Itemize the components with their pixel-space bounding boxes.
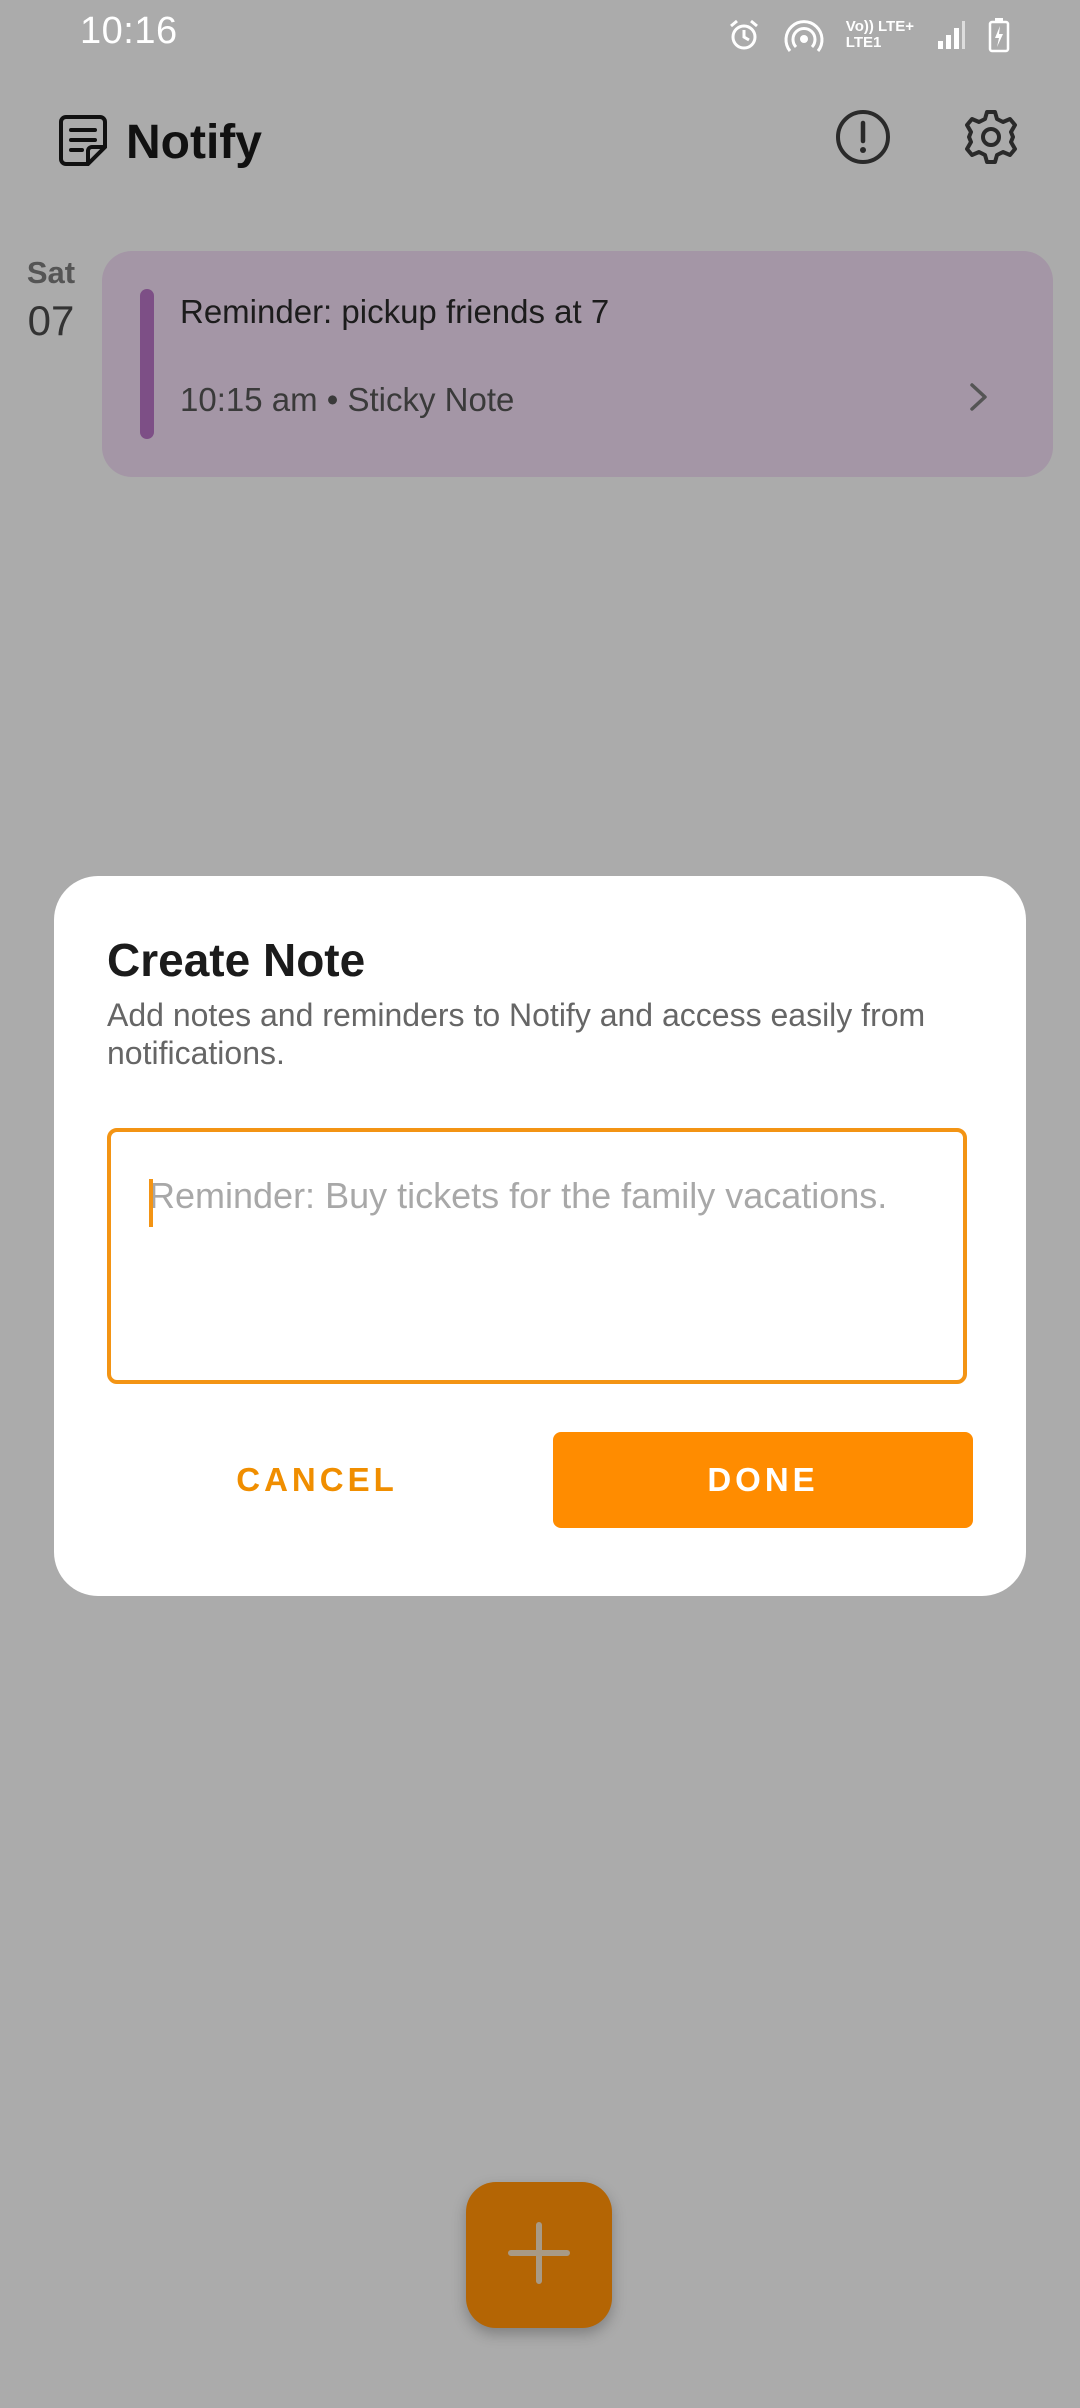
dialog-title: Create Note <box>107 934 366 986</box>
network-top-label: Vo)) LTE+ <box>845 18 914 35</box>
plus-icon <box>507 2221 571 2290</box>
note-meta: 10:15 am • Sticky Note <box>180 381 515 418</box>
create-note-dialog: Create Note Add notes and reminders to N… <box>54 876 1026 1596</box>
hotspot-icon <box>784 17 824 53</box>
note-accent-bar <box>140 289 154 439</box>
network-label: Vo)) LTE+ LTE1 <box>846 19 914 51</box>
note-date-day: Sat <box>26 255 76 290</box>
note-date-number: 07 <box>27 297 75 344</box>
add-note-button[interactable] <box>466 2182 612 2328</box>
note-logo-icon <box>58 113 108 167</box>
done-button[interactable]: DONE <box>553 1432 973 1528</box>
app-title: Notify <box>126 116 262 169</box>
note-date: Sat 07 <box>20 255 82 345</box>
signal-icon <box>936 19 966 51</box>
settings-icon[interactable] <box>962 108 1020 166</box>
status-time: 10:16 <box>80 10 178 52</box>
text-cursor <box>149 1179 153 1227</box>
chevron-right-icon <box>967 379 991 415</box>
status-bar: 10:16 Vo)) LTE+ LTE1 <box>0 0 1080 70</box>
network-bottom-label: LTE1 <box>845 34 882 51</box>
app-bar: Notify <box>0 95 1080 190</box>
note-input-frame[interactable] <box>107 1128 967 1384</box>
note-input[interactable] <box>149 1174 929 1354</box>
note-text: Reminder: pickup friends at 7 <box>180 293 610 330</box>
battery-icon <box>988 17 1010 53</box>
note-card[interactable]: Reminder: pickup friends at 7 10:15 am •… <box>102 251 1053 477</box>
status-icons: Vo)) LTE+ LTE1 <box>726 10 1010 60</box>
cancel-button[interactable]: CANCEL <box>107 1432 527 1528</box>
info-icon[interactable] <box>834 108 892 166</box>
alarm-icon <box>726 17 762 53</box>
dialog-subtitle: Add notes and reminders to Notify and ac… <box>107 997 926 1071</box>
